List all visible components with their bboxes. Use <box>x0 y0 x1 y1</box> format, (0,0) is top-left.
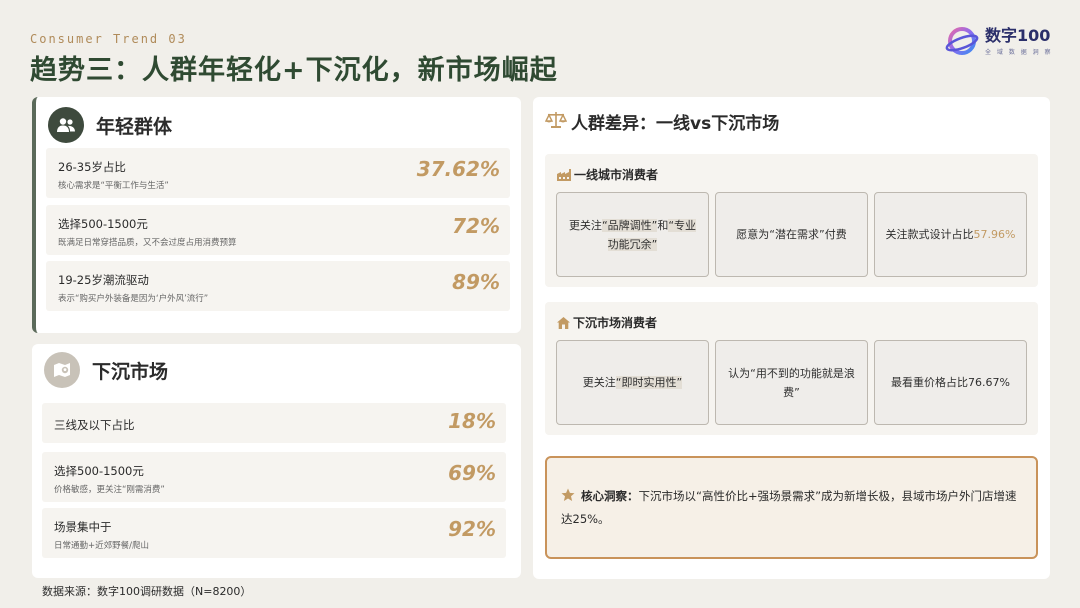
stat-value: 89% <box>452 270 500 294</box>
core-insight-box: 核心洞察：下沉市场以“高性价比+强场景需求”成为新增长极，县域市场户外门店增速达… <box>545 456 1038 559</box>
logo-sub: 全 域 数 据 洞 察 <box>985 48 1053 56</box>
card-text: 更关注 <box>582 376 616 389</box>
stat-label: 三线及以下占比 <box>54 418 135 432</box>
logo-name: 数字100 <box>985 25 1051 45</box>
star-icon <box>561 488 575 509</box>
stat-desc: 价格敏感，更关注“刚需消费” <box>54 485 165 495</box>
stat-label: 场景集中于 <box>54 520 112 534</box>
card-text: 和 <box>657 218 669 232</box>
subtitle-en: Consumer Trend 03 <box>30 32 187 46</box>
lower-card-price: 最看重价格占比76.67% <box>874 340 1027 425</box>
stat-desc: 表示“购买户外装备是因为‘户外风’流行” <box>58 294 209 304</box>
stat-value: 69% <box>448 461 496 485</box>
lower-market-panel: 下沉市场 三线及以下占比 18% 选择500-1500元 价格敏感，更关注“刚需… <box>32 344 521 578</box>
stat-row: 选择500-1500元 既满足日常穿搭品质，又不会过度占用消费预算 72% <box>46 205 510 255</box>
card-text: 关注款式设计占比 <box>885 228 974 241</box>
group-title: 一线城市消费者 <box>574 168 659 182</box>
stat-row: 19-25岁潮流驱动 表示“购买户外装备是因为‘户外风’流行” 89% <box>46 261 510 311</box>
card-text: 愿意为“潜在需求”付费 <box>736 228 847 241</box>
tier1-card-brand: 更关注“品牌调性”和“专业功能冗余” <box>556 192 709 277</box>
card-text: 更关注 <box>568 218 602 232</box>
stat-value: 92% <box>448 517 496 541</box>
card-text: 认为“用不到的功能就是浪费” <box>728 366 855 399</box>
difference-panel: 人群差异：一线vs下沉市场 一线城市消费者 更关注“品牌调性”和“专业功能冗余”… <box>533 97 1050 579</box>
young-group-title: 年轻群体 <box>96 115 173 138</box>
card-highlight: “即时实用性” <box>615 376 683 389</box>
insight-label: 核心洞察： <box>581 489 639 503</box>
lower-market-title: 下沉市场 <box>92 360 169 383</box>
stat-row: 三线及以下占比 18% <box>42 403 506 443</box>
home-icon <box>557 316 570 329</box>
data-source-footer: 数据来源：数字100调研数据（N=8200） <box>42 585 252 598</box>
card-value: 57.96% <box>973 228 1016 241</box>
lower-card-waste: 认为“用不到的功能就是浪费” <box>715 340 868 425</box>
stat-row: 选择500-1500元 价格敏感，更关注“刚需消费” 69% <box>42 452 506 502</box>
stat-label: 19-25岁潮流驱动 <box>58 273 149 287</box>
stat-value: 18% <box>448 409 496 433</box>
scale-icon <box>544 111 568 133</box>
stat-value: 72% <box>452 214 500 238</box>
young-group-panel: 年轻群体 26-35岁占比 核心需求是“平衡工作与生活” 37.62% 选择50… <box>32 97 521 333</box>
lower-card-practical: 更关注“即时实用性” <box>556 340 709 425</box>
stat-desc: 日常通勤+近郊野餐/爬山 <box>54 541 149 551</box>
stat-label: 选择500-1500元 <box>54 464 144 478</box>
page-title: 趋势三：人群年轻化+下沉化，新市场崛起 <box>30 55 558 86</box>
group-title: 下沉市场消费者 <box>573 316 658 330</box>
factory-icon <box>557 168 571 181</box>
people-icon <box>48 107 84 143</box>
logo: 数字100 全 域 数 据 洞 察 <box>945 24 1053 58</box>
stat-row: 26-35岁占比 核心需求是“平衡工作与生活” 37.62% <box>46 148 510 198</box>
tier1-card-needs: 愿意为“潜在需求”付费 <box>715 192 868 277</box>
difference-title: 人群差异：一线vs下沉市场 <box>571 114 780 134</box>
stat-label: 26-35岁占比 <box>58 160 126 174</box>
tier1-card-design: 关注款式设计占比57.96% <box>874 192 1027 277</box>
card-text: 最看重价格占比76.67% <box>891 376 1010 389</box>
stat-row: 场景集中于 日常通勤+近郊野餐/爬山 92% <box>42 508 506 558</box>
stat-label: 选择500-1500元 <box>58 217 148 231</box>
lower-consumers-group: 下沉市场消费者 更关注“即时实用性” 认为“用不到的功能就是浪费” 最看重价格占… <box>545 302 1038 435</box>
stat-desc: 核心需求是“平衡工作与生活” <box>58 181 169 191</box>
logo-mark-icon <box>945 27 979 55</box>
stat-desc: 既满足日常穿搭品质，又不会过度占用消费预算 <box>58 238 237 248</box>
map-pin-icon <box>44 352 80 388</box>
tier1-consumers-group: 一线城市消费者 更关注“品牌调性”和“专业功能冗余” 愿意为“潜在需求”付费 关… <box>545 154 1038 287</box>
stat-value: 37.62% <box>416 157 500 181</box>
card-highlight: “品牌调性” <box>601 218 658 232</box>
